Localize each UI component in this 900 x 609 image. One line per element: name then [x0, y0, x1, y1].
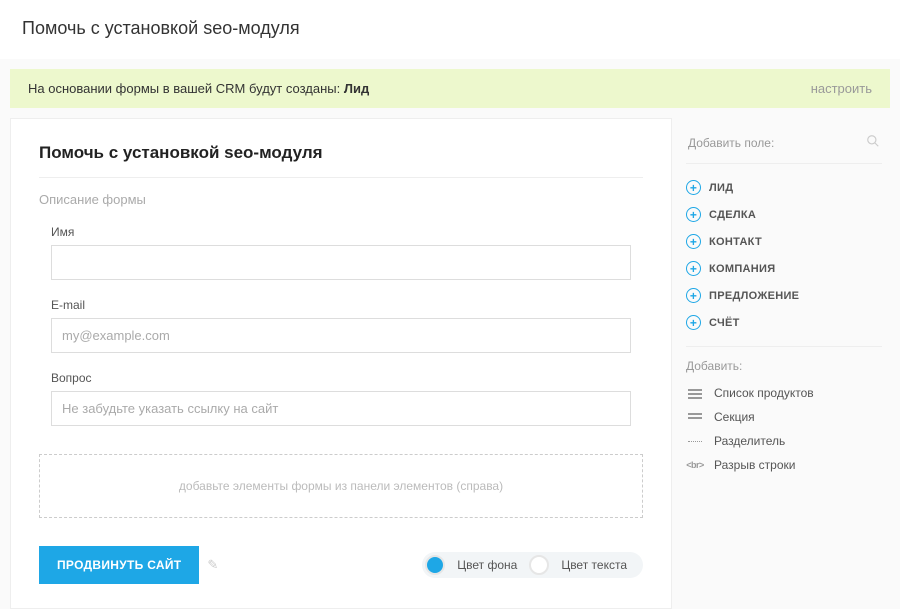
- field-label-email: E-mail: [51, 298, 631, 312]
- entity-label: КОНТАКТ: [709, 236, 762, 248]
- add-field-label: Добавить поле:: [688, 136, 774, 150]
- text-color-swatch[interactable]: [529, 555, 549, 575]
- add-elements-section: Добавить: Список продуктов Секция Раздел…: [686, 347, 882, 477]
- form-title[interactable]: Помочь с установкой seo-модуля: [39, 143, 643, 163]
- form-field: Имя: [39, 225, 643, 280]
- name-input[interactable]: [51, 245, 631, 280]
- page-title: Помочь с установкой seo-модуля: [22, 18, 878, 39]
- entity-label: КОМПАНИЯ: [709, 263, 775, 275]
- question-input[interactable]: [51, 391, 631, 426]
- add-section[interactable]: Секция: [686, 405, 882, 429]
- notice-text: На основании формы в вашей CRM будут соз…: [28, 81, 369, 96]
- entity-label: ПРЕДЛОЖЕНИЕ: [709, 290, 799, 302]
- add-item-label: Разрыв строки: [714, 458, 795, 472]
- crm-notice: На основании формы в вашей CRM будут соз…: [10, 69, 890, 108]
- form-footer: ПРОДВИНУТЬ САЙТ ✎ Цвет фона Цвет текста: [39, 546, 643, 584]
- submit-button[interactable]: ПРОДВИНУТЬ САЙТ: [39, 546, 199, 584]
- entity-label: СЧЁТ: [709, 317, 740, 329]
- add-line-break[interactable]: <br> Разрыв строки: [686, 453, 882, 477]
- notice-entity: Лид: [344, 81, 369, 96]
- field-label-name: Имя: [51, 225, 631, 239]
- entity-list: + ЛИД + СДЕЛКА + КОНТАКТ + КОМПАНИЯ + ПР…: [686, 164, 882, 347]
- search-icon[interactable]: [866, 134, 880, 151]
- entity-invoice[interactable]: + СЧЁТ: [686, 309, 882, 336]
- field-label-question: Вопрос: [51, 371, 631, 385]
- color-picker-group: Цвет фона Цвет текста: [422, 552, 643, 578]
- text-color-label: Цвет текста: [561, 558, 627, 572]
- email-input[interactable]: [51, 318, 631, 353]
- add-item-label: Секция: [714, 410, 755, 424]
- form-field: E-mail: [39, 298, 643, 353]
- entity-label: ЛИД: [709, 182, 733, 194]
- list-icon: [686, 386, 704, 400]
- bg-color-label: Цвет фона: [457, 558, 517, 572]
- form-builder-panel: Помочь с установкой seo-модуля Описание …: [10, 118, 672, 609]
- br-icon: <br>: [686, 460, 704, 470]
- entity-deal[interactable]: + СДЕЛКА: [686, 201, 882, 228]
- add-elements-label: Добавить:: [686, 359, 882, 373]
- plus-icon: +: [686, 180, 701, 195]
- page-header: Помочь с установкой seo-модуля: [0, 0, 900, 59]
- add-divider[interactable]: Разделитель: [686, 429, 882, 453]
- plus-icon: +: [686, 315, 701, 330]
- title-divider: [39, 177, 643, 178]
- add-products-list[interactable]: Список продуктов: [686, 381, 882, 405]
- notice-prefix: На основании формы в вашей CRM будут соз…: [28, 81, 344, 96]
- form-dropzone[interactable]: добавьте элементы формы из панели элемен…: [39, 454, 643, 518]
- plus-icon: +: [686, 207, 701, 222]
- entity-lead[interactable]: + ЛИД: [686, 174, 882, 201]
- notice-configure-link[interactable]: настроить: [811, 81, 872, 96]
- divider-icon: [686, 434, 704, 448]
- add-item-label: Список продуктов: [714, 386, 814, 400]
- section-icon: [686, 410, 704, 424]
- bg-color-swatch[interactable]: [425, 555, 445, 575]
- add-item-label: Разделитель: [714, 434, 785, 448]
- plus-icon: +: [686, 261, 701, 276]
- form-field: Вопрос: [39, 371, 643, 426]
- edit-icon[interactable]: ✎: [207, 557, 218, 573]
- add-field-header: Добавить поле:: [686, 130, 882, 164]
- plus-icon: +: [686, 234, 701, 249]
- form-description[interactable]: Описание формы: [39, 192, 643, 207]
- entity-contact[interactable]: + КОНТАКТ: [686, 228, 882, 255]
- plus-icon: +: [686, 288, 701, 303]
- entity-label: СДЕЛКА: [709, 209, 756, 221]
- entity-company[interactable]: + КОМПАНИЯ: [686, 255, 882, 282]
- entity-offer[interactable]: + ПРЕДЛОЖЕНИЕ: [686, 282, 882, 309]
- sidebar-panel: Добавить поле: + ЛИД + СДЕЛКА + КОНТАКТ …: [672, 118, 890, 489]
